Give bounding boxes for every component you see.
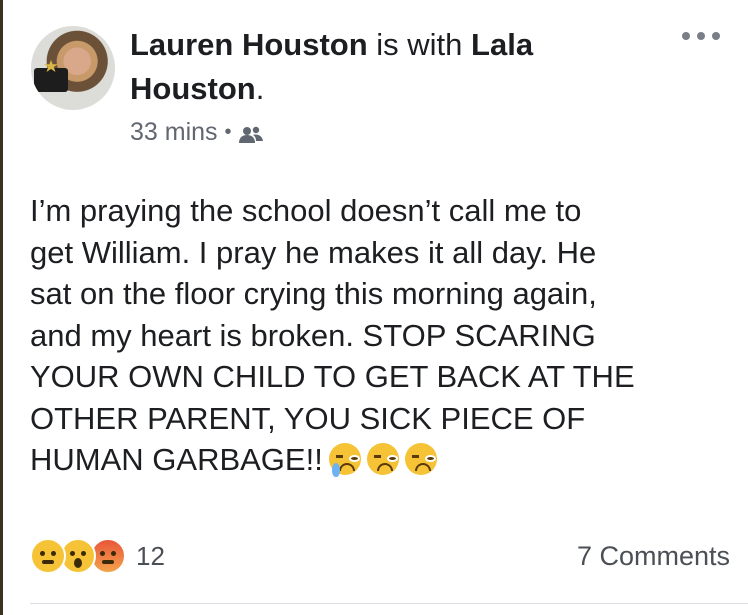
post-header-line-2: Houston. [130,70,264,108]
sad-reaction-icon [30,538,66,574]
post-text: I’m praying the school doesn’t call me t… [30,193,635,477]
avatar-badge [34,68,68,92]
post-emojis [328,442,437,477]
ellipsis-dot [712,32,720,40]
tagged-friend-first[interactable]: Lala [471,27,533,62]
ellipsis-dot [682,32,690,40]
friends-icon[interactable] [238,123,263,143]
meta-separator: • [224,121,232,143]
reaction-count: 12 [136,540,165,571]
post-meta: 33 mins • [130,118,263,147]
header-period: . [255,71,265,106]
avatar[interactable] [31,26,115,110]
post-header-line-1: Lauren Houston is with Lala [130,26,533,64]
tired-face-icon [366,442,399,475]
timestamp[interactable]: 33 mins [130,118,218,147]
angry-face-icon [404,442,437,475]
loudly-crying-face-icon [328,442,361,477]
divider [30,603,748,604]
facebook-post: Lauren Houston is with Lala Houston. 33 … [0,0,748,615]
tagged-friend-last[interactable]: Houston [130,71,256,106]
post-body: I’m praying the school doesn’t call me t… [30,190,730,481]
ellipsis-dot [697,32,705,40]
reactions-summary[interactable]: 12 [30,538,165,574]
author-name[interactable]: Lauren Houston [130,27,368,62]
comments-link[interactable]: 7 Comments [577,541,730,572]
with-text: is with [367,27,472,62]
ellipsis-icon[interactable] [682,28,720,44]
